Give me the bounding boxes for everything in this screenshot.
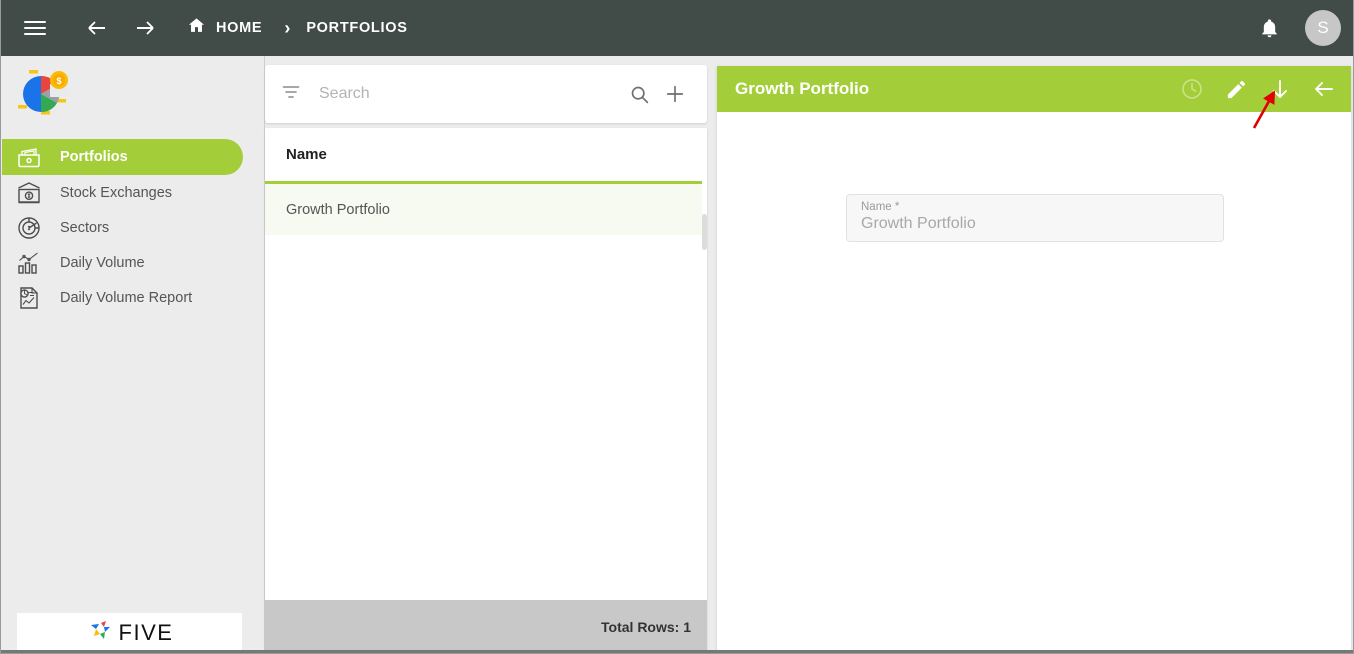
- row-name-cell: Growth Portfolio: [286, 201, 390, 218]
- sidebar-item-portfolios[interactable]: Portfolios: [2, 139, 243, 175]
- wallet-money-icon: [16, 144, 42, 170]
- report-document-icon: [16, 285, 42, 311]
- name-field-label: Name *: [861, 201, 900, 213]
- list-card: Name Growth Portfolio Total Rows: 1: [265, 128, 707, 653]
- column-header-name: Name: [286, 146, 327, 163]
- filter-icon[interactable]: [281, 82, 301, 107]
- list-panel: Name Growth Portfolio Total Rows: 1: [265, 56, 708, 653]
- app-logo-pie-chart-coin: $: [2, 56, 264, 135]
- hamburger-menu-icon[interactable]: [15, 8, 55, 48]
- breadcrumb-separator: ›: [284, 17, 291, 38]
- arrow-down-icon[interactable]: [1265, 74, 1295, 104]
- total-rows-label: Total Rows: 1: [601, 619, 691, 635]
- arrow-right-icon[interactable]: [125, 8, 165, 48]
- application-window: HOME › PORTFOLIOS S $ Portfolios Stock E…: [0, 0, 1354, 654]
- sidebar: $ Portfolios Stock Exchanges Sectors Dai…: [2, 56, 265, 653]
- sidebar-nav: Portfolios Stock Exchanges Sectors Daily…: [2, 139, 264, 315]
- plus-icon[interactable]: [657, 76, 693, 112]
- sidebar-item-sectors[interactable]: Sectors: [2, 210, 264, 245]
- list-scrollbar-thumb[interactable]: [702, 214, 707, 250]
- sidebar-item-label: Portfolios: [60, 149, 128, 165]
- sidebar-item-label: Stock Exchanges: [60, 184, 173, 201]
- breadcrumb: HOME › PORTFOLIOS: [187, 16, 408, 40]
- detail-header-actions: [1177, 74, 1339, 104]
- window-bottom-edge: [1, 650, 1353, 653]
- top-navigation-bar: HOME › PORTFOLIOS S: [1, 0, 1353, 56]
- list-column-header: Name: [265, 128, 707, 181]
- top-bar-right-actions: S: [1249, 8, 1341, 48]
- name-field-value: Growth Portfolio: [861, 215, 976, 232]
- bar-chart-icon: [16, 250, 42, 276]
- page-title: Growth Portfolio: [735, 79, 870, 98]
- sidebar-item-daily-volume-report[interactable]: Daily Volume Report: [2, 280, 264, 315]
- sidebar-item-label: Sectors: [60, 219, 110, 236]
- bell-icon[interactable]: [1249, 8, 1289, 48]
- pie-chart-dollar-icon: [16, 215, 42, 241]
- svg-text:$: $: [56, 76, 61, 86]
- breadcrumb-home[interactable]: HOME: [187, 16, 262, 40]
- detail-panel: Growth Portfolio Name * Growth Portfolio: [717, 66, 1351, 653]
- detail-panel-header: Growth Portfolio: [717, 66, 1351, 112]
- breadcrumb-current-label: PORTFOLIOS: [306, 20, 408, 36]
- five-logo-text: FIVE: [118, 620, 174, 645]
- home-icon: [187, 16, 206, 40]
- arrow-left-icon[interactable]: [1309, 74, 1339, 104]
- avatar-initial: S: [1317, 18, 1329, 37]
- bank-icon: [16, 180, 42, 206]
- breadcrumb-home-label: HOME: [216, 20, 263, 36]
- history-clock-icon[interactable]: [1177, 74, 1207, 104]
- arrow-left-icon[interactable]: [77, 8, 117, 48]
- list-empty-space: [265, 235, 707, 598]
- search-icon[interactable]: [621, 76, 657, 112]
- list-footer: Total Rows: 1: [265, 600, 707, 653]
- name-field[interactable]: Name * Growth Portfolio: [846, 194, 1224, 242]
- sidebar-item-stock-exchanges[interactable]: Stock Exchanges: [2, 175, 264, 210]
- detail-panel-body: Name * Growth Portfolio: [717, 112, 1351, 242]
- avatar[interactable]: S: [1305, 10, 1341, 46]
- sidebar-item-label: Daily Volume: [60, 254, 145, 271]
- pencil-edit-icon[interactable]: [1221, 74, 1251, 104]
- search-bar: [265, 65, 707, 123]
- sidebar-item-label: Daily Volume Report: [60, 289, 193, 306]
- sidebar-item-daily-volume[interactable]: Daily Volume: [2, 245, 264, 280]
- search-input[interactable]: [319, 85, 621, 103]
- table-row[interactable]: Growth Portfolio: [265, 181, 707, 235]
- list-scrollbar[interactable]: [702, 128, 707, 653]
- five-brand-logo: FIVE: [17, 613, 242, 653]
